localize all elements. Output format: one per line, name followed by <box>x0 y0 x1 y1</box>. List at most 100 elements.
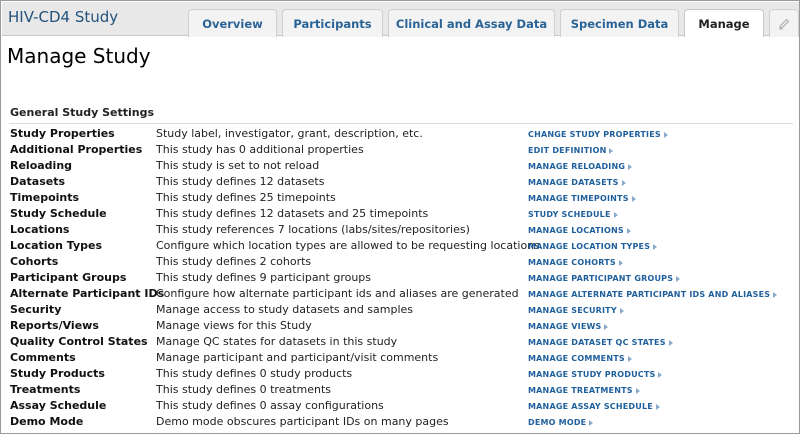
tab-manage[interactable]: Manage <box>684 9 764 37</box>
setting-label: Participant Groups <box>10 271 127 284</box>
setting-description: Configure which location types are allow… <box>156 239 540 252</box>
study-title-link[interactable]: HIV-CD4 Study <box>8 8 118 26</box>
setting-label: Cohorts <box>10 255 59 268</box>
setting-description: This study defines 12 datasets and 25 ti… <box>156 207 429 220</box>
settings-row: Assay Schedule This study defines 0 assay… <box>1 398 800 414</box>
arrow-right-icon <box>609 148 614 154</box>
tab-bar: HIV-CD4 Study Overview Participants Clin… <box>2 2 799 37</box>
arrow-right-icon <box>631 196 636 202</box>
setting-label: Quality Control States <box>10 335 148 348</box>
arrow-right-icon <box>676 276 681 282</box>
setting-action-label: EDIT DEFINITION <box>528 146 607 155</box>
setting-action-link[interactable]: MANAGE LOCATIONS <box>528 223 631 239</box>
setting-action-link[interactable]: MANAGE RELOADING <box>528 159 633 175</box>
setting-description: Study label, investigator, grant, descri… <box>156 127 423 140</box>
settings-row: Datasets This study defines 12 datasets MA… <box>1 174 800 190</box>
setting-label: Datasets <box>10 175 66 188</box>
pencil-icon <box>779 18 790 29</box>
arrow-right-icon <box>618 260 623 266</box>
setting-description: Manage participant and participant/visit… <box>156 351 439 364</box>
setting-action-label: MANAGE COHORTS <box>528 258 616 267</box>
setting-action-link[interactable]: MANAGE TIMEPOINTS <box>528 191 636 207</box>
setting-label: Study Properties <box>10 127 115 140</box>
settings-row: Study Properties Study label, investigato… <box>1 126 800 142</box>
setting-action-label: MANAGE SECURITY <box>528 306 617 315</box>
settings-row: Locations This study references 7 locatio… <box>1 222 800 238</box>
arrow-right-icon <box>604 324 609 330</box>
tab-participants[interactable]: Participants <box>282 9 383 37</box>
setting-action-label: MANAGE LOCATION TYPES <box>528 242 651 251</box>
settings-row: Study Products This study defines 0 study… <box>1 366 800 382</box>
setting-action-link[interactable]: MANAGE PARTICIPANT GROUPS <box>528 271 681 287</box>
setting-action-label: MANAGE DATASET QC STATES <box>528 338 666 347</box>
setting-label: Additional Properties <box>10 143 143 156</box>
settings-row: Study Schedule This study defines 12 data… <box>1 206 800 222</box>
setting-label: Treatments <box>10 383 81 396</box>
setting-description: This study defines 25 timepoints <box>156 191 336 204</box>
tab-participants-label: Participants <box>293 16 372 31</box>
setting-label: Reloading <box>10 159 73 172</box>
setting-description: This study is set to not reload <box>156 159 320 172</box>
study-window: HIV-CD4 Study Overview Participants Clin… <box>0 0 800 434</box>
setting-action-link[interactable]: MANAGE DATASETS <box>528 175 626 191</box>
tab-clinical-label: Clinical and Assay Data <box>395 16 548 31</box>
arrow-right-icon <box>668 340 673 346</box>
setting-action-link[interactable]: MANAGE VIEWS <box>528 319 609 335</box>
setting-description: Manage access to study datasets and samp… <box>156 303 414 316</box>
setting-action-link[interactable]: DEMO MODE <box>528 415 594 431</box>
tab-overview-label: Overview <box>202 16 263 31</box>
setting-action-link[interactable]: MANAGE DATASET QC STATES <box>528 335 673 351</box>
settings-row: Alternate Participant IDs Configure how a… <box>1 286 800 302</box>
setting-description: Demo mode obscures participant IDs on ma… <box>156 415 449 428</box>
setting-action-link[interactable]: MANAGE TREATMENTS <box>528 383 640 399</box>
settings-row: Demo Mode Demo mode obscures participant … <box>1 414 800 430</box>
setting-label: Study Schedule <box>10 207 107 220</box>
setting-description: Configure how alternate participant ids … <box>156 287 519 300</box>
settings-row: Timepoints This study defines 25 timepoin… <box>1 190 800 206</box>
setting-description: This study defines 2 cohorts <box>156 255 312 268</box>
setting-action-label: MANAGE ASSAY SCHEDULE <box>528 402 653 411</box>
setting-description: This study defines 9 participant groups <box>156 271 372 284</box>
setting-label: Locations <box>10 223 70 236</box>
tab-overview[interactable]: Overview <box>188 9 277 37</box>
setting-action-label: MANAGE STUDY PRODUCTS <box>528 370 656 379</box>
setting-description: This study defines 0 study products <box>156 367 353 380</box>
arrow-right-icon <box>658 372 663 378</box>
setting-action-link[interactable]: MANAGE ASSAY SCHEDULE <box>528 399 660 415</box>
setting-action-link[interactable]: MANAGE STUDY PRODUCTS <box>528 367 663 383</box>
settings-row: Participant Groups This study defines 9 p… <box>1 270 800 286</box>
setting-action-link[interactable]: MANAGE LOCATION TYPES <box>528 239 658 255</box>
setting-label: Timepoints <box>10 191 80 204</box>
setting-action-link[interactable]: MANAGE COHORTS <box>528 255 623 271</box>
setting-description: Manage QC states for datasets in this st… <box>156 335 398 348</box>
setting-label: Security <box>10 303 62 316</box>
setting-label: Reports/Views <box>10 319 99 332</box>
setting-action-link[interactable]: MANAGE ALTERNATE PARTICIPANT IDS AND ALI… <box>528 287 778 303</box>
setting-description: This study references 7 locations (labs/… <box>156 223 470 236</box>
setting-description: This study has 0 additional properties <box>156 143 364 156</box>
page-title: Manage Study <box>7 44 151 68</box>
settings-row: Comments Manage participant and participa… <box>1 350 800 366</box>
settings-row: Security Manage access to study datasets … <box>1 302 800 318</box>
arrow-right-icon <box>655 404 660 410</box>
setting-action-label: MANAGE COMMENTS <box>528 354 625 363</box>
setting-action-label: CHANGE STUDY PROPERTIES <box>528 130 661 139</box>
tab-clinical-and-assay-data[interactable]: Clinical and Assay Data <box>388 9 555 37</box>
setting-action-label: MANAGE TREATMENTS <box>528 386 633 395</box>
setting-action-label: MANAGE LOCATIONS <box>528 226 624 235</box>
setting-description: This study defines 0 treatments <box>156 383 332 396</box>
arrow-right-icon <box>628 164 633 170</box>
setting-action-link[interactable]: EDIT DEFINITION <box>528 143 614 159</box>
settings-row: Additional Properties This study has 0 ad… <box>1 142 800 158</box>
settings-row: Reloading This study is set to not reload… <box>1 158 800 174</box>
setting-action-link[interactable]: MANAGE COMMENTS <box>528 351 632 367</box>
setting-action-label: MANAGE RELOADING <box>528 162 626 171</box>
setting-action-label: STUDY SCHEDULE <box>528 210 611 219</box>
setting-action-link[interactable]: CHANGE STUDY PROPERTIES <box>528 127 668 143</box>
setting-action-label: DEMO MODE <box>528 418 587 427</box>
setting-action-link[interactable]: STUDY SCHEDULE <box>528 207 618 223</box>
setting-label: Comments <box>10 351 76 364</box>
setting-action-link[interactable]: MANAGE SECURITY <box>528 303 624 319</box>
edit-tabs-button[interactable] <box>769 9 799 37</box>
tab-specimen-data[interactable]: Specimen Data <box>560 9 679 37</box>
